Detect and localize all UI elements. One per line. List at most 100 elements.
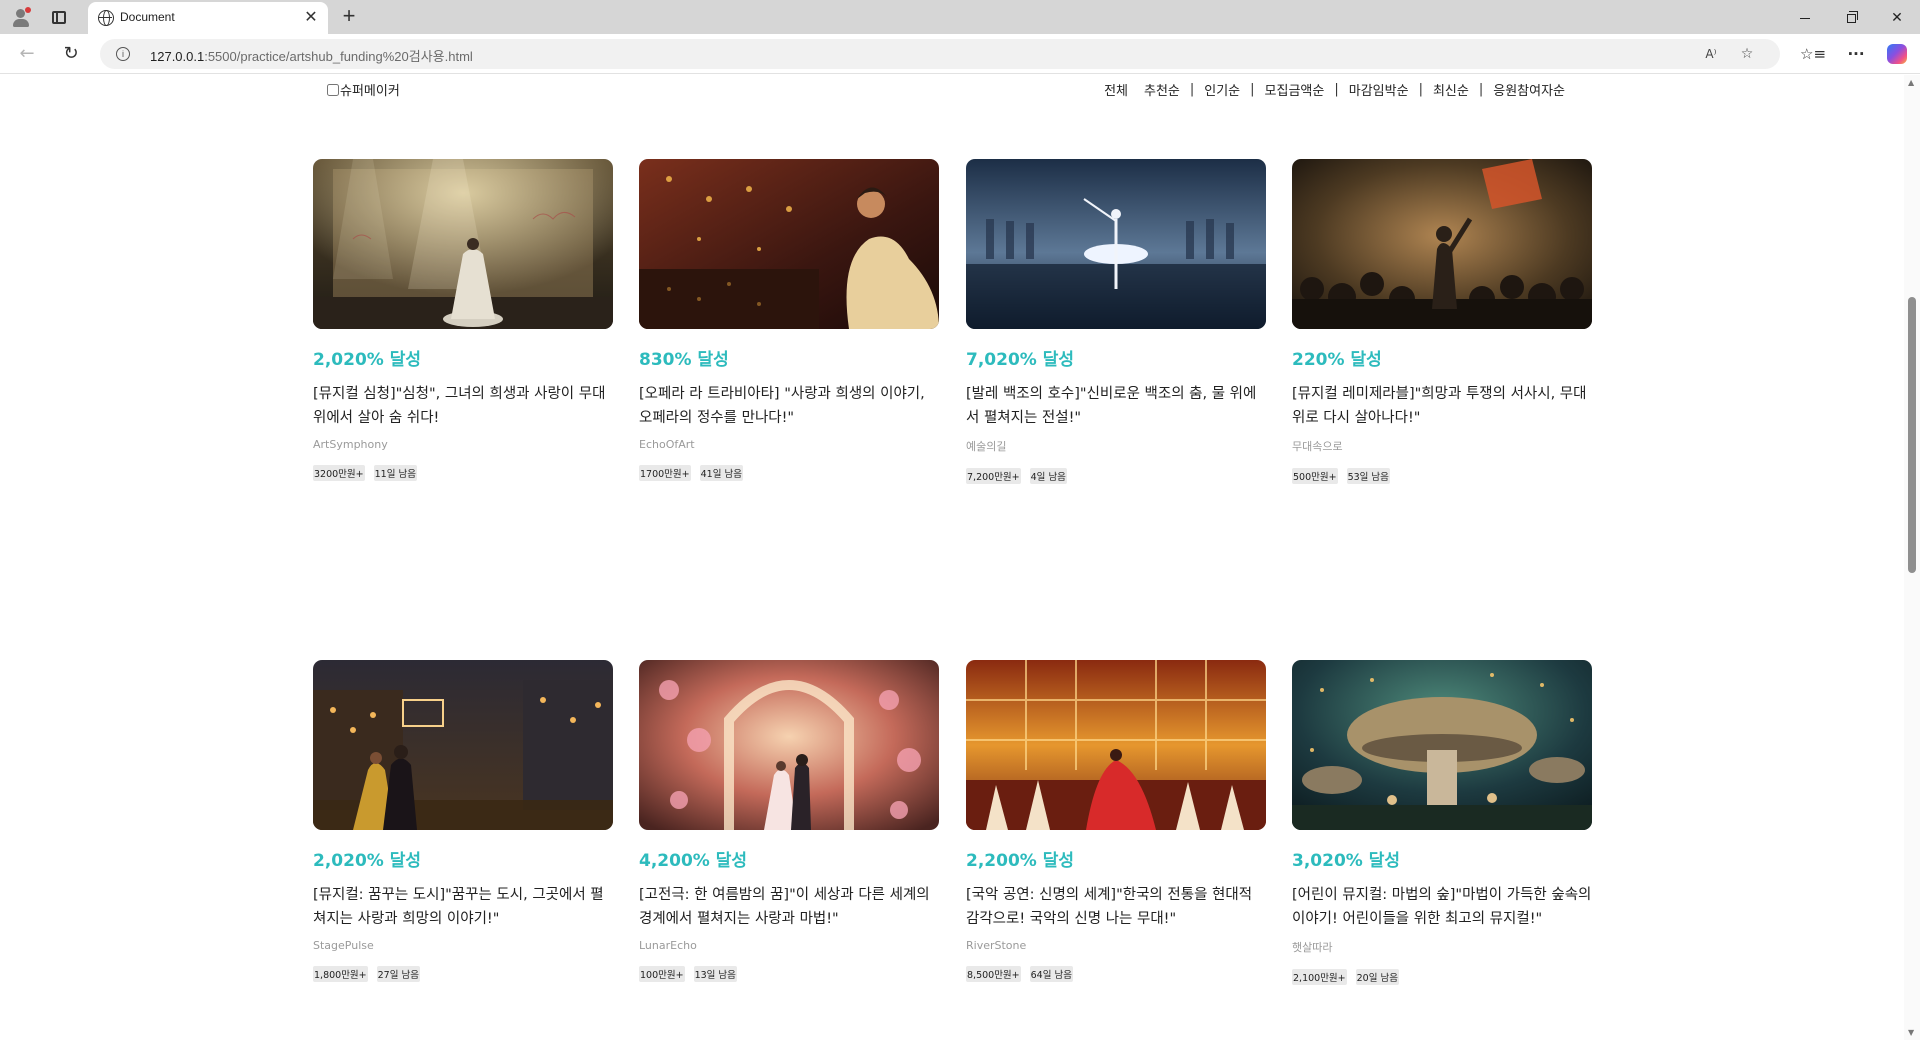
creator-name: 햇살따라 (1292, 941, 1333, 954)
project-card[interactable]: 2,020% 달성 [뮤지컬 심청]"심청", 그녀의 희생과 사랑이 무대 위… (313, 159, 613, 481)
project-image[interactable] (639, 159, 939, 329)
project-image[interactable] (966, 159, 1266, 329)
project-image[interactable] (313, 660, 613, 830)
creator-name: LunarEcho (639, 939, 697, 952)
funding-amount-badge: 1700만원+ (639, 465, 691, 481)
project-card[interactable]: 830% 달성 [오페라 라 트라비아타] "사랑과 희생의 이야기, 오페라의… (639, 159, 939, 481)
funding-amount-badge: 3200만원+ (313, 465, 365, 481)
days-left-badge: 4일 남음 (1029, 468, 1067, 484)
creator-name: ArtSymphony (313, 438, 388, 451)
scroll-down-icon[interactable]: ▼ (1908, 1028, 1914, 1037)
days-left-badge: 11일 남음 (373, 465, 417, 481)
project-title[interactable]: [발레 백조의 호수]"신비로운 백조의 춤, 물 위에서 펼쳐지는 전설!" (966, 382, 1266, 430)
funding-amount-badge: 500만원+ (1292, 468, 1338, 484)
browser-tab-document[interactable]: Document ✕ (88, 2, 328, 34)
funding-amount-badge: 8,500만원+ (966, 966, 1021, 982)
profile-icon[interactable] (10, 6, 32, 28)
sort-divider: | (1334, 82, 1339, 97)
days-left-badge: 64일 남음 (1029, 966, 1073, 982)
project-title[interactable]: [뮤지컬 심청]"심청", 그녀의 희생과 사랑이 무대 위에서 살아 숨 쉬다… (313, 382, 613, 430)
super-maker-checkbox[interactable] (327, 83, 339, 96)
favorites-icon[interactable]: ☆≡ (1800, 41, 1826, 67)
creator-name: EchoOfArt (639, 438, 695, 451)
sort-divider: | (1478, 82, 1484, 97)
sort-amount[interactable]: 모집금액순 (1263, 80, 1327, 99)
add-favorite-icon[interactable]: ☆ (1736, 44, 1758, 64)
days-left-badge: 13일 남음 (693, 966, 737, 982)
sort-popular[interactable]: 인기순 (1202, 80, 1242, 99)
achievement-rate: 4,200% 달성 (639, 851, 748, 871)
page-viewport: 슈퍼메이커 전체 추천순 | 인기순 | 모집금액순 | 마감임박순 | 최신순… (0, 75, 1904, 1040)
scrollbar-thumb[interactable] (1908, 297, 1916, 573)
restore-button[interactable] (1828, 0, 1874, 34)
project-card[interactable]: 4,200% 달성 [고전극: 한 여름밤의 꿈]"이 세상과 다른 세계의 경… (639, 660, 939, 982)
days-left-badge: 41일 남음 (699, 465, 743, 481)
address-bar[interactable]: i 127.0.0.1:5500/practice/artshub_fundin… (100, 39, 1780, 69)
sort-deadline[interactable]: 마감임박순 (1347, 80, 1411, 99)
filter-row: 슈퍼메이커 전체 추천순 | 인기순 | 모집금액순 | 마감임박순 | 최신순… (327, 80, 1567, 104)
achievement-rate: 2,200% 달성 (966, 851, 1075, 871)
achievement-rate: 2,020% 달성 (313, 851, 422, 871)
achievement-rate: 220% 달성 (1292, 350, 1382, 370)
funding-amount-badge: 1,800만원+ (313, 966, 368, 982)
achievement-rate: 3,020% 달성 (1292, 851, 1401, 871)
reload-button[interactable]: ↻ (58, 41, 84, 67)
project-card[interactable]: 2,200% 달성 [국악 공연: 신명의 세계]"한국의 전통을 현대적 감각… (966, 660, 1266, 982)
sort-divider: | (1189, 82, 1195, 97)
achievement-rate: 2,020% 달성 (313, 350, 422, 370)
project-title[interactable]: [뮤지컬 레미제라블]"희망과 투쟁의 서사시, 무대 위로 다시 살아나다!" (1292, 382, 1592, 430)
tab-actions-icon[interactable] (48, 6, 70, 28)
funding-amount-badge: 100만원+ (639, 966, 685, 982)
achievement-rate: 830% 달성 (639, 350, 729, 370)
sort-recommended[interactable]: 추천순 (1142, 80, 1182, 99)
project-image[interactable] (313, 159, 613, 329)
close-window-button[interactable]: ✕ (1874, 0, 1920, 34)
creator-name: RiverStone (966, 939, 1027, 952)
creator-name: 무대속으로 (1292, 440, 1343, 453)
project-card[interactable]: 220% 달성 [뮤지컬 레미제라블]"희망과 투쟁의 서사시, 무대 위로 다… (1292, 159, 1592, 484)
back-button[interactable]: ← (14, 41, 40, 67)
sort-divider: | (1250, 82, 1255, 97)
browser-toolbar: ← ↻ i 127.0.0.1:5500/practice/artshub_fu… (0, 34, 1920, 74)
project-image[interactable] (966, 660, 1266, 830)
project-card[interactable]: 3,020% 달성 [어린이 뮤지컬: 마법의 숲]"마법이 가득한 숲속의 이… (1292, 660, 1592, 985)
project-title[interactable]: [국악 공연: 신명의 세계]"한국의 전통을 현대적 감각으로! 국악의 신명… (966, 883, 1266, 931)
sort-supporters[interactable]: 응원참여자순 (1491, 80, 1567, 99)
project-image[interactable] (639, 660, 939, 830)
sort-newest[interactable]: 최신순 (1431, 80, 1471, 99)
days-left-badge: 27일 남음 (376, 966, 420, 982)
creator-name: StagePulse (313, 939, 374, 952)
project-image[interactable] (1292, 159, 1592, 329)
super-maker-label: 슈퍼메이커 (340, 84, 400, 99)
sort-divider: | (1418, 82, 1423, 97)
read-aloud-icon[interactable]: A⁾ (1700, 44, 1722, 64)
project-title[interactable]: [어린이 뮤지컬: 마법의 숲]"마법이 가득한 숲속의 이야기! 어린이들을 … (1292, 883, 1592, 931)
project-card[interactable]: 2,020% 달성 [뮤지컬: 꿈꾸는 도시]"꿈꾸는 도시, 그곳에서 펼쳐지… (313, 660, 613, 982)
globe-icon (98, 10, 114, 26)
days-left-badge: 53일 남음 (1346, 468, 1390, 484)
site-info-icon[interactable]: i (116, 47, 130, 61)
project-card[interactable]: 7,020% 달성 [발레 백조의 호수]"신비로운 백조의 춤, 물 위에서 … (966, 159, 1266, 484)
sort-all[interactable]: 전체 (1102, 80, 1130, 99)
close-tab-icon[interactable]: ✕ (302, 8, 320, 26)
achievement-rate: 7,020% 달성 (966, 350, 1075, 370)
tab-title: Document (120, 10, 175, 24)
scroll-up-icon[interactable]: ▲ (1908, 78, 1914, 87)
url-text[interactable]: 127.0.0.1:5500/practice/artshub_funding%… (150, 46, 473, 65)
sort-menu: 전체 추천순 | 인기순 | 모집금액순 | 마감임박순 | 최신순 | 응원참… (1102, 80, 1567, 99)
project-title[interactable]: [오페라 라 트라비아타] "사랑과 희생의 이야기, 오페라의 정수를 만나다… (639, 382, 939, 430)
copilot-icon[interactable] (1884, 41, 1910, 67)
super-maker-filter[interactable]: 슈퍼메이커 (327, 80, 400, 99)
minimize-button[interactable] (1782, 0, 1828, 34)
project-title[interactable]: [고전극: 한 여름밤의 꿈]"이 세상과 다른 세계의 경계에서 펼쳐지는 사… (639, 883, 939, 931)
funding-amount-badge: 7,200만원+ (966, 468, 1021, 484)
more-options-icon[interactable]: ··· (1843, 41, 1869, 67)
project-title[interactable]: [뮤지컬: 꿈꾸는 도시]"꿈꾸는 도시, 그곳에서 펼쳐지는 사랑과 희망의 … (313, 883, 613, 931)
vertical-scrollbar[interactable]: ▲ ▼ (1904, 75, 1920, 1040)
funding-amount-badge: 2,100만원+ (1292, 969, 1347, 985)
creator-name: 예술의길 (966, 440, 1007, 453)
days-left-badge: 20일 남음 (1355, 969, 1399, 985)
project-image[interactable] (1292, 660, 1592, 830)
browser-tab-bar: Document ✕ + ✕ (0, 0, 1920, 34)
new-tab-button[interactable]: + (337, 4, 361, 28)
